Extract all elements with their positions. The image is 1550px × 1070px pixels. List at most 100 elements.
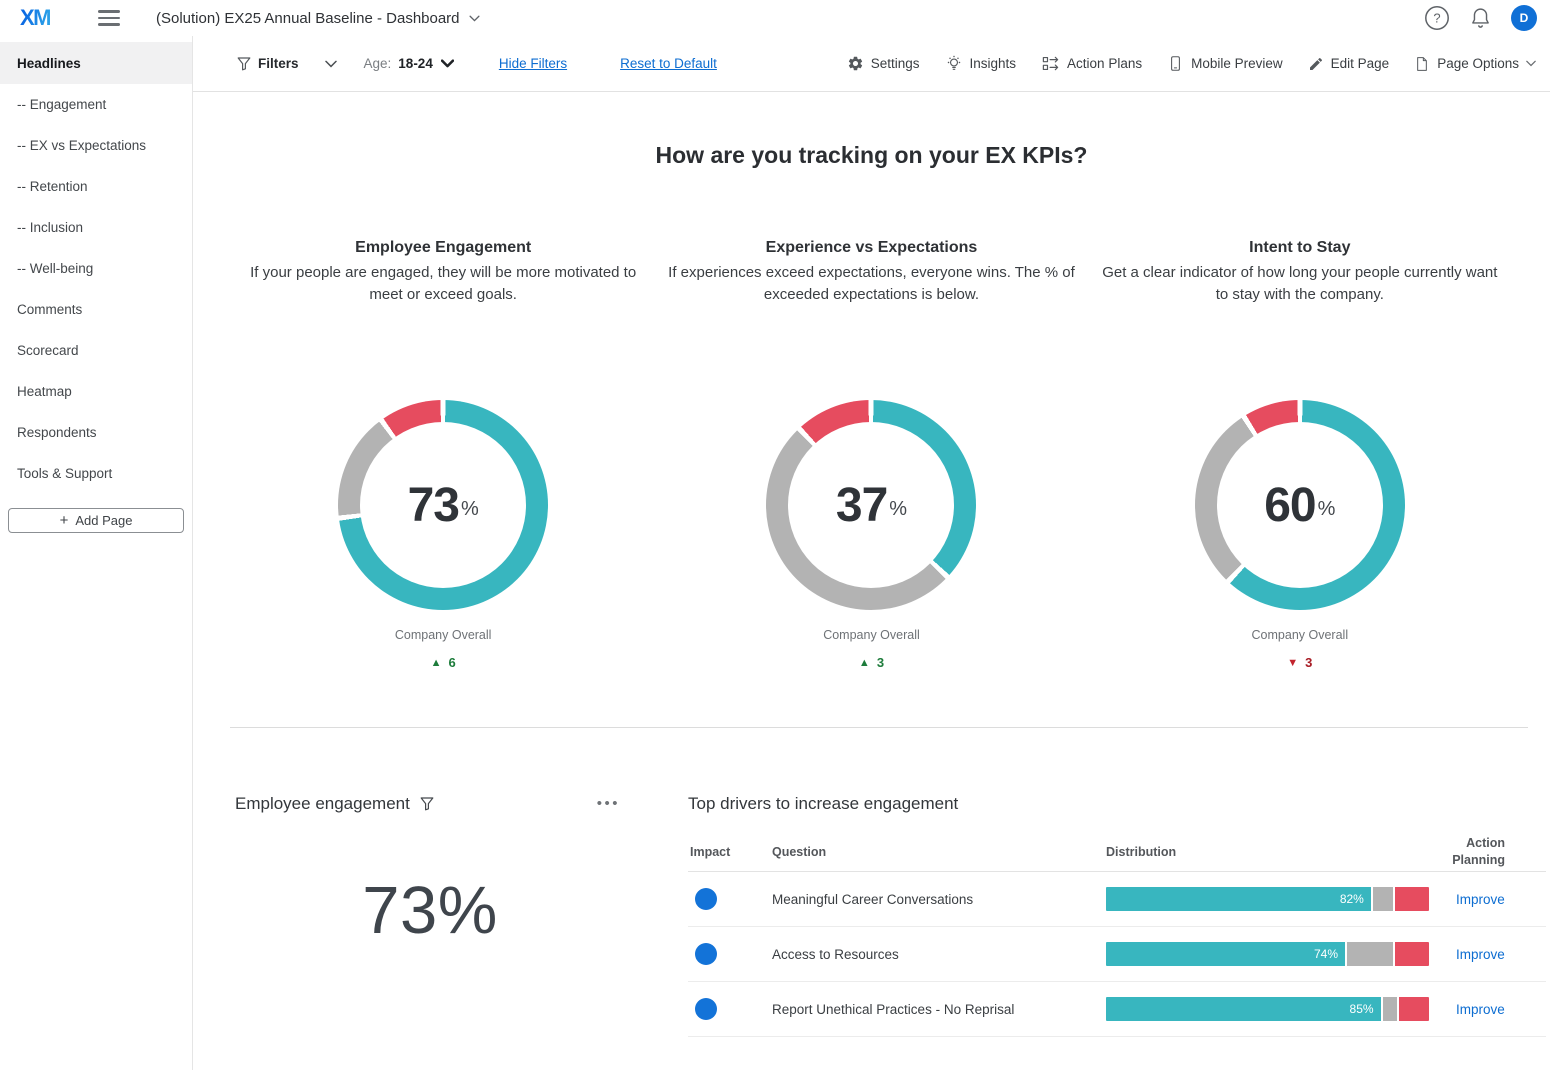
lightbulb-icon	[945, 55, 963, 73]
improve-link[interactable]: Improve	[1429, 1002, 1546, 1017]
kpi-change-indicator: ▼ 3	[1096, 655, 1504, 670]
toolbar-actions: Settings Insights Action Plans Mobile Pr…	[847, 54, 1536, 73]
unfavorable-segment	[1393, 887, 1429, 911]
age-filter-dropdown[interactable]: Age: 18-24	[364, 56, 454, 71]
kpi-row: Employee Engagement If your people are e…	[193, 239, 1550, 670]
add-page-button[interactable]: + Add Page	[8, 508, 184, 533]
driver-question: Report Unethical Practices - No Reprisal	[772, 1002, 1106, 1017]
notifications-bell-icon[interactable]	[1469, 6, 1492, 31]
chevron-down-icon	[469, 15, 480, 22]
kpi-value-suffix: %	[889, 498, 907, 521]
engagement-big-value: 73%	[235, 872, 625, 949]
improve-link[interactable]: Improve	[1429, 892, 1546, 907]
distribution-bar[interactable]: 74%	[1106, 942, 1429, 966]
sidebar-item-well-being[interactable]: -- Well-being	[0, 248, 192, 289]
mobile-preview-label: Mobile Preview	[1191, 56, 1283, 71]
gear-icon	[847, 55, 864, 72]
top-drivers-title: Top drivers to increase engagement	[688, 794, 1546, 814]
sidebar-item-scorecard[interactable]: Scorecard	[0, 330, 192, 371]
column-header-distribution: Distribution	[1106, 845, 1429, 859]
topbar: XM (Solution) EX25 Annual Baseline - Das…	[0, 0, 1550, 36]
improve-link[interactable]: Improve	[1429, 947, 1546, 962]
kpi-value: 37	[836, 478, 887, 533]
kpi-employee-engagement: Employee Engagement If your people are e…	[229, 239, 657, 670]
engagement-donut-chart[interactable]: 73%	[338, 400, 548, 610]
edit-page-button[interactable]: Edit Page	[1308, 56, 1390, 72]
kpi-change-value: 3	[1305, 655, 1312, 670]
kpi-title: Employee Engagement	[239, 239, 647, 257]
impact-dot	[695, 943, 717, 965]
dashboard-content: How are you tracking on your EX KPIs? Em…	[193, 92, 1550, 1070]
neutral-segment	[1371, 887, 1394, 911]
kpi-title: Experience vs Expectations	[667, 239, 1075, 257]
kpi-experience-vs-expectations: Experience vs Expectations If experience…	[657, 239, 1085, 670]
favorable-segment: 85%	[1106, 997, 1381, 1021]
triangle-up-icon: ▲	[431, 657, 442, 669]
dashboard-title-dropdown[interactable]: (Solution) EX25 Annual Baseline - Dashbo…	[156, 10, 480, 27]
kpi-intent-to-stay: Intent to Stay Get a clear indicator of …	[1086, 239, 1514, 670]
favorable-pct-label: 74%	[1314, 947, 1338, 961]
sidebar-item-heatmap[interactable]: Heatmap	[0, 371, 192, 412]
filters-button[interactable]: Filters	[237, 56, 337, 71]
table-row: Report Unethical Practices - No Reprisal…	[688, 982, 1546, 1037]
reset-to-default-link[interactable]: Reset to Default	[620, 56, 717, 71]
intent-donut-chart[interactable]: 60%	[1195, 400, 1405, 610]
distribution-bar[interactable]: 82%	[1106, 887, 1429, 911]
sidebar-item-retention[interactable]: -- Retention	[0, 166, 192, 207]
engagement-widget: Employee engagement ••• 73%	[235, 794, 625, 1037]
filter-funnel-icon[interactable]	[420, 797, 434, 811]
pencil-icon	[1308, 56, 1324, 72]
unfavorable-segment	[1397, 997, 1429, 1021]
edit-page-label: Edit Page	[1331, 56, 1390, 71]
svg-text:?: ?	[1433, 11, 1440, 26]
kpi-change-indicator: ▲ 6	[239, 655, 647, 670]
sidebar-item-headlines[interactable]: Headlines	[0, 42, 192, 84]
expectations-donut-chart[interactable]: 37%	[766, 400, 976, 610]
chevron-down-icon	[1526, 60, 1536, 67]
unfavorable-segment	[1393, 942, 1429, 966]
favorable-pct-label: 82%	[1340, 892, 1364, 906]
help-icon[interactable]: ?	[1424, 5, 1450, 31]
sidebar-item-inclusion[interactable]: -- Inclusion	[0, 207, 192, 248]
user-avatar[interactable]: D	[1511, 5, 1537, 31]
filter-funnel-icon	[237, 57, 251, 71]
triangle-down-icon: ▼	[1287, 657, 1298, 669]
sidebar-item-engagement[interactable]: -- Engagement	[0, 84, 192, 125]
action-plans-label: Action Plans	[1067, 56, 1142, 71]
age-filter-value: 18-24	[398, 56, 433, 71]
distribution-bar[interactable]: 85%	[1106, 997, 1429, 1021]
widget-options-icon[interactable]: •••	[597, 800, 620, 808]
xm-logo: XM	[20, 5, 50, 31]
page-options-button[interactable]: Page Options	[1414, 55, 1536, 73]
triangle-up-icon: ▲	[859, 657, 870, 669]
kpi-value-suffix: %	[461, 498, 479, 521]
table-header-row: Impact Question Distribution Action Plan…	[688, 832, 1546, 872]
plus-icon: +	[60, 513, 69, 528]
kpi-description: If your people are engaged, they will be…	[239, 262, 647, 306]
kpi-value: 60	[1264, 478, 1315, 533]
widgets-row: Employee engagement ••• 73% Top drivers …	[193, 728, 1550, 1037]
favorable-segment: 74%	[1106, 942, 1345, 966]
mobile-preview-button[interactable]: Mobile Preview	[1167, 54, 1283, 73]
impact-dot	[695, 998, 717, 1020]
action-plans-button[interactable]: Action Plans	[1041, 54, 1142, 73]
sidebar-item-comments[interactable]: Comments	[0, 289, 192, 330]
top-drivers-widget: Top drivers to increase engagement Impac…	[688, 794, 1546, 1037]
sidebar-item-respondents[interactable]: Respondents	[0, 412, 192, 453]
kpi-description: If experiences exceed expectations, ever…	[667, 262, 1075, 306]
page-heading: How are you tracking on your EX KPIs?	[193, 142, 1550, 169]
favorable-segment: 82%	[1106, 887, 1371, 911]
filters-label: Filters	[258, 56, 299, 71]
hide-filters-link[interactable]: Hide Filters	[499, 56, 567, 71]
sidebar-item-tools-support[interactable]: Tools & Support	[0, 453, 192, 494]
qualtrics-dashboard-app: XM (Solution) EX25 Annual Baseline - Das…	[0, 0, 1550, 1070]
sidebar: Headlines -- Engagement -- EX vs Expecta…	[0, 36, 193, 1070]
kpi-value-suffix: %	[1318, 498, 1336, 521]
insights-button[interactable]: Insights	[945, 55, 1017, 73]
sidebar-item-ex-vs-expectations[interactable]: -- EX vs Expectations	[0, 125, 192, 166]
settings-button[interactable]: Settings	[847, 55, 920, 72]
hamburger-menu-icon[interactable]	[98, 10, 120, 26]
driver-question: Meaningful Career Conversations	[772, 892, 1106, 907]
topbar-right: ? D	[1424, 5, 1537, 31]
kpi-comparison-label: Company Overall	[667, 628, 1075, 642]
